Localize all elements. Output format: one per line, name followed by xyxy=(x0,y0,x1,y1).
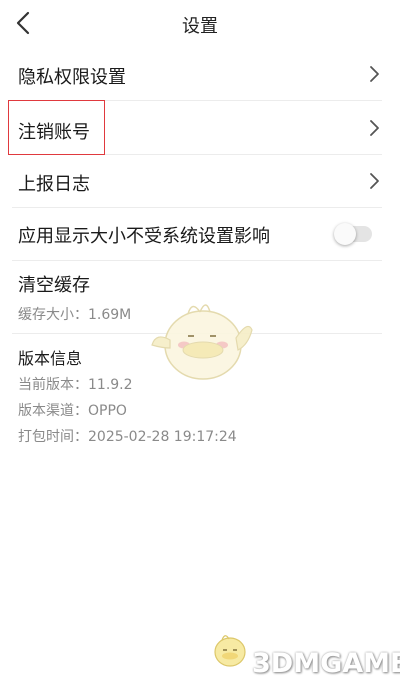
display-size-toggle[interactable] xyxy=(334,223,372,245)
watermark-text: 3DMGAME xyxy=(252,648,400,679)
header-bar: 设置 xyxy=(0,0,400,46)
highlight-box xyxy=(8,100,105,155)
chevron-right-icon xyxy=(370,120,379,136)
version-info-title: 版本信息 xyxy=(18,349,83,368)
current-version-text: 当前版本：11.9.2 xyxy=(18,377,133,393)
chevron-right-icon xyxy=(370,66,379,82)
row-clear-cache-label: 清空缓存 xyxy=(18,275,90,296)
page-title: 设置 xyxy=(182,16,218,37)
version-channel-text: 版本渠道：OPPO xyxy=(18,403,127,419)
build-time-text: 打包时间：2025-02-28 19:17:24 xyxy=(18,429,237,445)
mascot-watermark-image xyxy=(151,304,253,380)
cache-size-text: 缓存大小：1.69M xyxy=(18,307,132,323)
mascot-logo-icon xyxy=(214,635,246,667)
settings-page: 设置 隐私权限设置 注销账号 上报日志 应用显示大小不受系统设置影响 清空缓存 … xyxy=(0,0,400,683)
row-display-size-label: 应用显示大小不受系统设置影响 xyxy=(18,226,270,247)
row-privacy-settings[interactable]: 隐私权限设置 xyxy=(0,48,400,100)
row-report-log-label: 上报日志 xyxy=(18,174,90,195)
toggle-knob xyxy=(334,223,356,245)
chevron-right-icon xyxy=(370,173,379,189)
row-report-log[interactable]: 上报日志 xyxy=(0,155,400,207)
row-privacy-label: 隐私权限设置 xyxy=(18,67,126,88)
